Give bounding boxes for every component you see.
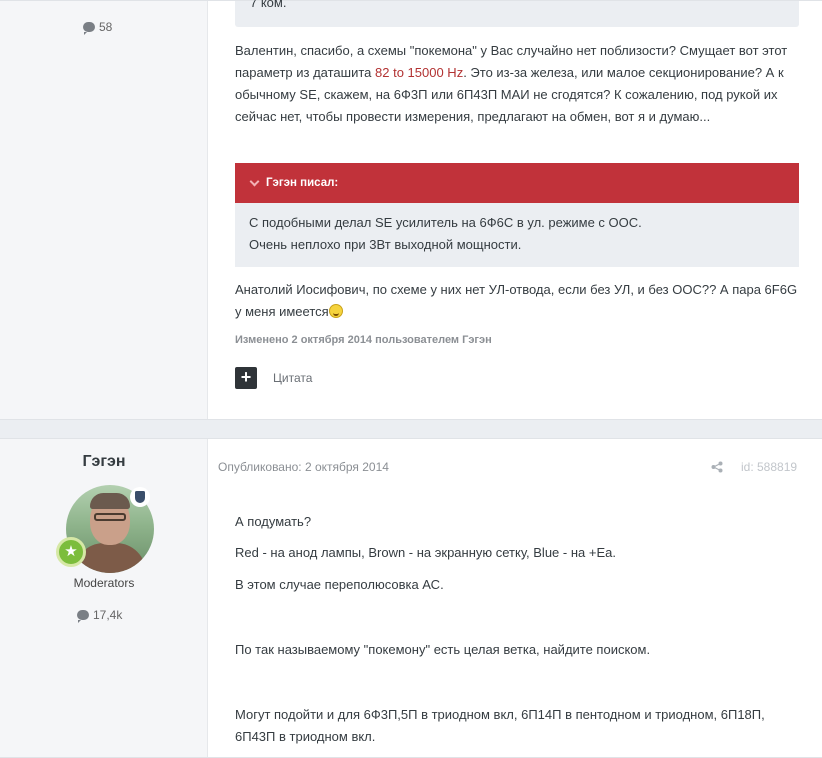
quote-text: 7 ком. [250,0,287,10]
highlight-text: 82 to 15000 Hz [375,65,464,80]
post-id: id: 588819 [741,460,798,474]
user-group: Moderators [73,576,135,590]
quote-block-top: 7 ком. [235,0,799,27]
author-column: Гэгэн ★ Moderators 17,4k [0,439,208,757]
quote-author: Гэгэн писал: [266,177,339,189]
post-1: 58 7 ком. Валентин, спасибо, а схемы "по… [0,0,822,420]
reply-paragraph-2: Анатолий Иосифович, по схеме у них нет У… [235,279,800,323]
smiley-icon [328,304,343,318]
post-content: Опубликовано: 2 октября 2014 id: 588819 … [208,439,822,757]
post-2: Гэгэн ★ Moderators 17,4k Опубликовано: 2… [0,438,822,758]
quote-line-1: С подобными делал SE усилитель на 6Ф6С в… [249,215,642,230]
post-content: 7 ком. Валентин, спасибо, а схемы "покем… [208,0,822,419]
paragraph-4: По так называемому "покемону" есть целая… [235,642,651,657]
paragraph-1: А подумать? [235,514,312,529]
reply-2-text: Анатолий Иосифович, по схеме у них нет У… [235,282,798,319]
comment-icon [83,22,95,35]
quote-header[interactable]: Гэгэн писал: [235,163,799,203]
moderator-shield-icon [130,487,150,507]
edited-note: Изменено 2 октября 2014 пользователем Гэ… [235,334,492,346]
paragraph-3: В этом случае переполюсовка АС. [235,577,444,592]
author-name[interactable]: Гэгэн [0,453,208,471]
quote-line-2: Очень неплохо при 3Вт выходной мощности. [249,237,522,252]
share-icon[interactable] [711,461,723,473]
quote-button[interactable]: Цитата [273,371,312,385]
reply-paragraph: Валентин, спасибо, а схемы "покемона" у … [235,40,800,128]
post-count: 58 [83,20,113,35]
multiquote-button[interactable]: + [235,367,257,389]
paragraph-5: Могут подойти и для 6Ф3П,5П в триодном в… [235,707,765,744]
author-column: 58 [0,1,208,419]
rank-star-icon: ★ [56,537,86,567]
chevron-down-icon [249,176,260,186]
post-count-value: 58 [99,20,113,34]
published-date[interactable]: Опубликовано: 2 октября 2014 [218,460,389,474]
comment-icon [77,610,89,623]
post-count-value: 17,4k [93,608,123,622]
post-count: 17,4k [77,608,123,623]
quote-body: С подобными делал SE усилитель на 6Ф6С в… [235,203,799,267]
paragraph-2: Red - на анод лампы, Brown - на экранную… [235,545,616,560]
